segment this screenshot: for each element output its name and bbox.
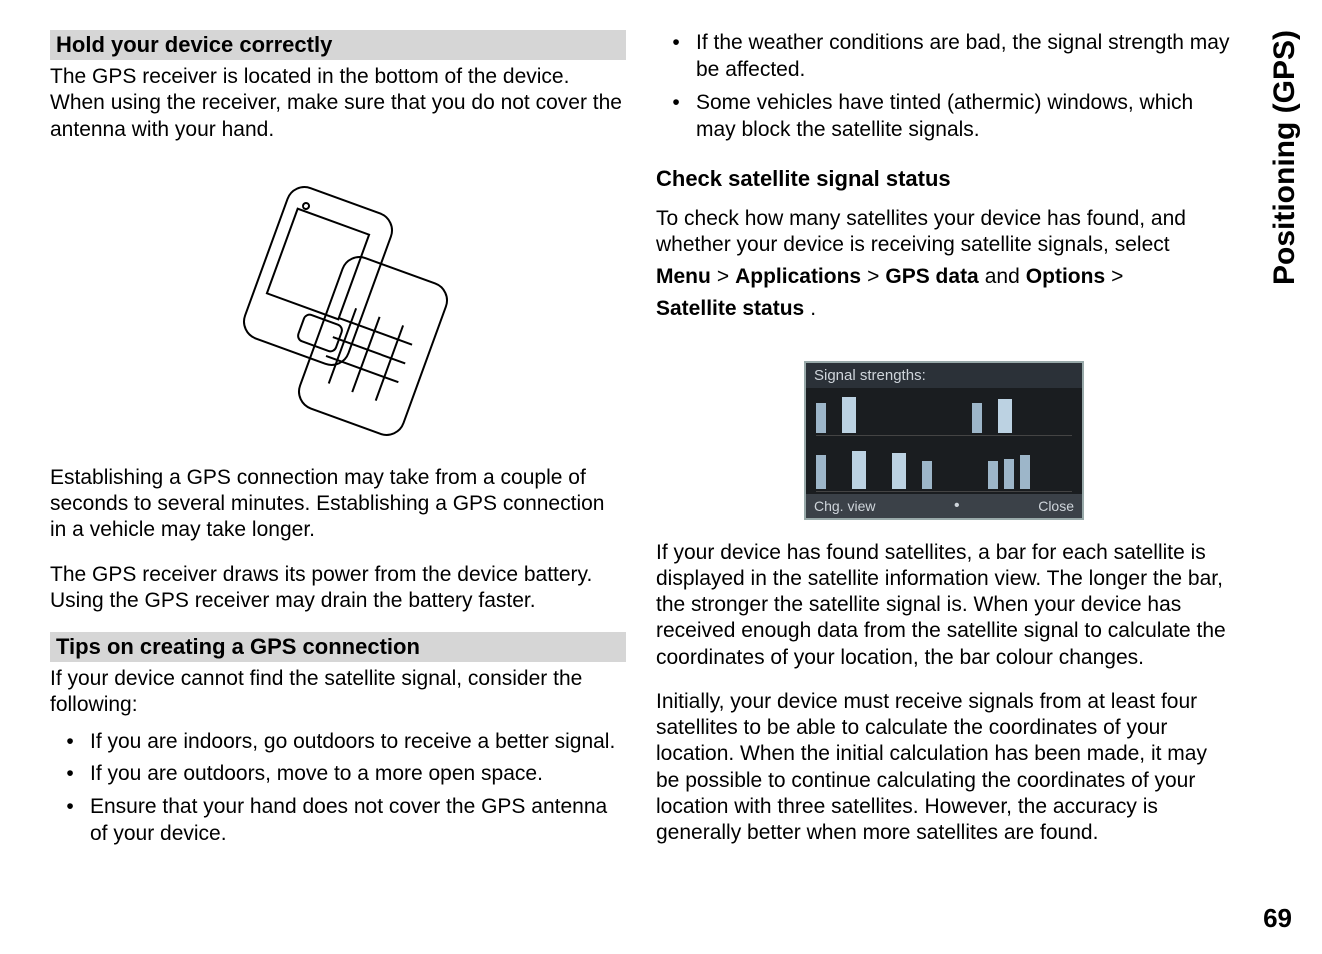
left-column: Hold your device correctly The GPS recei… — [50, 30, 626, 934]
bullet-icon: • — [656, 90, 696, 144]
paragraph: If your device has found satellites, a b… — [656, 540, 1232, 671]
paragraph: If your device cannot find the satellite… — [50, 666, 626, 719]
section-heading-check-signal: Check satellite signal status — [656, 166, 1232, 192]
right-softkey[interactable]: Close — [1038, 498, 1074, 514]
phone-illustration — [208, 171, 468, 441]
signal-bar-row — [816, 450, 1072, 492]
list-item: •Some vehicles have tinted (athermic) wi… — [656, 90, 1232, 144]
signal-strength-screenshot: Signal strengths: — [804, 361, 1084, 520]
list-item-text: If the weather conditions are bad, the s… — [696, 30, 1232, 84]
page-body: Hold your device correctly The GPS recei… — [0, 0, 1322, 954]
paragraph: Establishing a GPS connection may take f… — [50, 465, 626, 544]
signal-bar — [998, 399, 1012, 433]
nav-separator: > — [717, 264, 729, 290]
tips-list: •If you are indoors, go outdoors to rece… — [50, 729, 626, 855]
center-softkey-icon[interactable]: • — [954, 497, 960, 515]
right-column: •If the weather conditions are bad, the … — [656, 30, 1282, 934]
nav-text: To check how many satellites your device… — [656, 206, 1232, 259]
signal-bar — [816, 455, 826, 489]
signal-bar — [972, 403, 982, 433]
paragraph: Initially, your device must receive sign… — [656, 689, 1232, 847]
nav-step-gps-data: GPS data — [885, 264, 978, 290]
nav-step-menu: Menu — [656, 264, 711, 290]
signal-bar-row — [816, 394, 1072, 436]
list-item: •If you are outdoors, move to a more ope… — [50, 761, 626, 788]
continuation-list: •If the weather conditions are bad, the … — [656, 30, 1232, 150]
bullet-icon: • — [656, 30, 696, 84]
list-item-text: Ensure that your hand does not cover the… — [90, 794, 626, 848]
list-item-text: If you are indoors, go outdoors to recei… — [90, 729, 615, 756]
signal-bar — [852, 451, 866, 489]
signal-bars-area — [806, 388, 1082, 494]
signal-bar — [1004, 459, 1014, 489]
nav-step-applications: Applications — [735, 264, 861, 290]
list-item-text: If you are outdoors, move to a more open… — [90, 761, 543, 788]
list-item: •Ensure that your hand does not cover th… — [50, 794, 626, 848]
nav-text: . — [810, 296, 816, 322]
chapter-tab: Positioning (GPS) — [1268, 30, 1302, 285]
nav-separator: > — [1111, 264, 1123, 290]
list-item-text: Some vehicles have tinted (athermic) win… — [696, 90, 1232, 144]
navigation-instructions: To check how many satellites your device… — [656, 206, 1232, 323]
list-item: •If you are indoors, go outdoors to rece… — [50, 729, 626, 756]
page-number: 69 — [1263, 903, 1292, 934]
bullet-icon: • — [50, 794, 90, 848]
signal-bar — [922, 461, 932, 489]
signal-bar — [842, 397, 856, 433]
signal-bar — [988, 461, 998, 489]
left-softkey[interactable]: Chg. view — [814, 498, 875, 514]
signal-bar — [816, 403, 826, 433]
nav-step-satellite-status: Satellite status — [656, 296, 804, 322]
section-heading-tips: Tips on creating a GPS connection — [50, 632, 626, 662]
section-heading-hold-device: Hold your device correctly — [50, 30, 626, 60]
list-item: •If the weather conditions are bad, the … — [656, 30, 1232, 84]
signal-bar — [1020, 455, 1030, 489]
paragraph: The GPS receiver draws its power from th… — [50, 562, 626, 615]
signal-bar — [892, 453, 906, 489]
softkey-row: Chg. view • Close — [806, 494, 1082, 518]
bullet-icon: • — [50, 729, 90, 756]
nav-separator: > — [867, 264, 879, 290]
nav-text: and — [985, 264, 1020, 290]
paragraph: The GPS receiver is located in the botto… — [50, 64, 626, 143]
nav-step-options: Options — [1026, 264, 1105, 290]
bullet-icon: • — [50, 761, 90, 788]
screenshot-title: Signal strengths: — [806, 363, 1082, 388]
